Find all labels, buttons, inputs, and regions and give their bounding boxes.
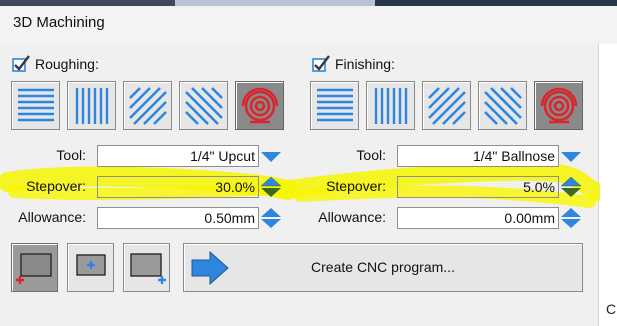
- diagonal-lines-icon: [427, 86, 466, 125]
- checkbox-checked-icon: [12, 55, 30, 72]
- background-window: [599, 44, 617, 326]
- roughing-stepover-input[interactable]: 30.0%: [97, 176, 259, 198]
- roughing-offset-button[interactable]: [235, 81, 284, 130]
- roughing-tool-select[interactable]: 1/4" Upcut: [97, 145, 259, 167]
- boundary-add-inside-icon: [76, 254, 106, 276]
- finishing-anti-diagonal-button[interactable]: [478, 81, 527, 130]
- create-cnc-program-label: Create CNC program...: [311, 259, 455, 275]
- finishing-horizontal-button[interactable]: [310, 81, 359, 130]
- background-window-strip: [175, 0, 375, 6]
- stepover-spinner[interactable]: [559, 176, 583, 198]
- vertical-lines-icon: [374, 87, 407, 124]
- background-text: C: [606, 301, 617, 317]
- anti-diagonal-lines-icon: [483, 86, 522, 125]
- boundary-remove-button[interactable]: [11, 243, 58, 292]
- title-bar: 3D Machining: [0, 0, 617, 45]
- boundary-add-corner-button[interactable]: [123, 243, 170, 292]
- offset-spiral-icon: [540, 87, 577, 123]
- horizontal-lines-icon: [17, 88, 54, 121]
- finishing-vertical-button[interactable]: [366, 81, 415, 130]
- vertical-lines-icon: [75, 87, 108, 124]
- offset-spiral-icon: [241, 87, 278, 123]
- finishing-offset-button[interactable]: [534, 81, 583, 130]
- finishing-tool-select[interactable]: 1/4" Ballnose: [397, 145, 559, 167]
- boundary-remove-icon: [16, 253, 52, 284]
- allowance-spinner[interactable]: [559, 207, 583, 229]
- roughing-horizontal-button[interactable]: [11, 81, 60, 130]
- finishing-label: Finishing:: [335, 56, 395, 72]
- background-window-strip: [0, 0, 175, 6]
- background-window-strip: [375, 0, 617, 6]
- roughing-stepover-label: Stepover:: [26, 178, 86, 194]
- stepover-spinner[interactable]: [259, 176, 283, 198]
- roughing-toggle[interactable]: Roughing:: [11, 54, 99, 74]
- finishing-tool-label: Tool:: [356, 147, 386, 163]
- roughing-vertical-button[interactable]: [67, 81, 116, 130]
- roughing-tool-label: Tool:: [56, 147, 86, 163]
- allowance-spinner[interactable]: [259, 207, 283, 229]
- finishing-stepover-input[interactable]: 5.0%: [397, 176, 559, 198]
- roughing-label: Roughing:: [35, 56, 99, 72]
- finishing-allowance-input[interactable]: 0.00mm: [397, 207, 559, 229]
- anti-diagonal-lines-icon: [184, 86, 223, 125]
- roughing-allowance-input[interactable]: 0.50mm: [97, 207, 259, 229]
- chevron-down-icon[interactable]: [259, 150, 283, 164]
- finishing-allowance-label: Allowance:: [318, 209, 386, 225]
- diagonal-lines-icon: [128, 86, 167, 125]
- roughing-diagonal-button[interactable]: [123, 81, 172, 130]
- roughing-allowance-label: Allowance:: [18, 209, 86, 225]
- finishing-toggle[interactable]: Finishing:: [311, 54, 395, 74]
- finishing-diagonal-button[interactable]: [422, 81, 471, 130]
- create-cnc-program-button[interactable]: Create CNC program...: [183, 243, 583, 292]
- roughing-anti-diagonal-button[interactable]: [179, 81, 228, 130]
- boundary-add-corner-icon: [130, 253, 166, 284]
- finishing-stepover-label: Stepover:: [326, 178, 386, 194]
- horizontal-lines-icon: [316, 88, 353, 121]
- window-title: 3D Machining: [13, 14, 105, 31]
- chevron-down-icon[interactable]: [559, 150, 583, 164]
- boundary-add-inside-button[interactable]: [67, 243, 114, 292]
- checkbox-checked-icon: [312, 55, 330, 72]
